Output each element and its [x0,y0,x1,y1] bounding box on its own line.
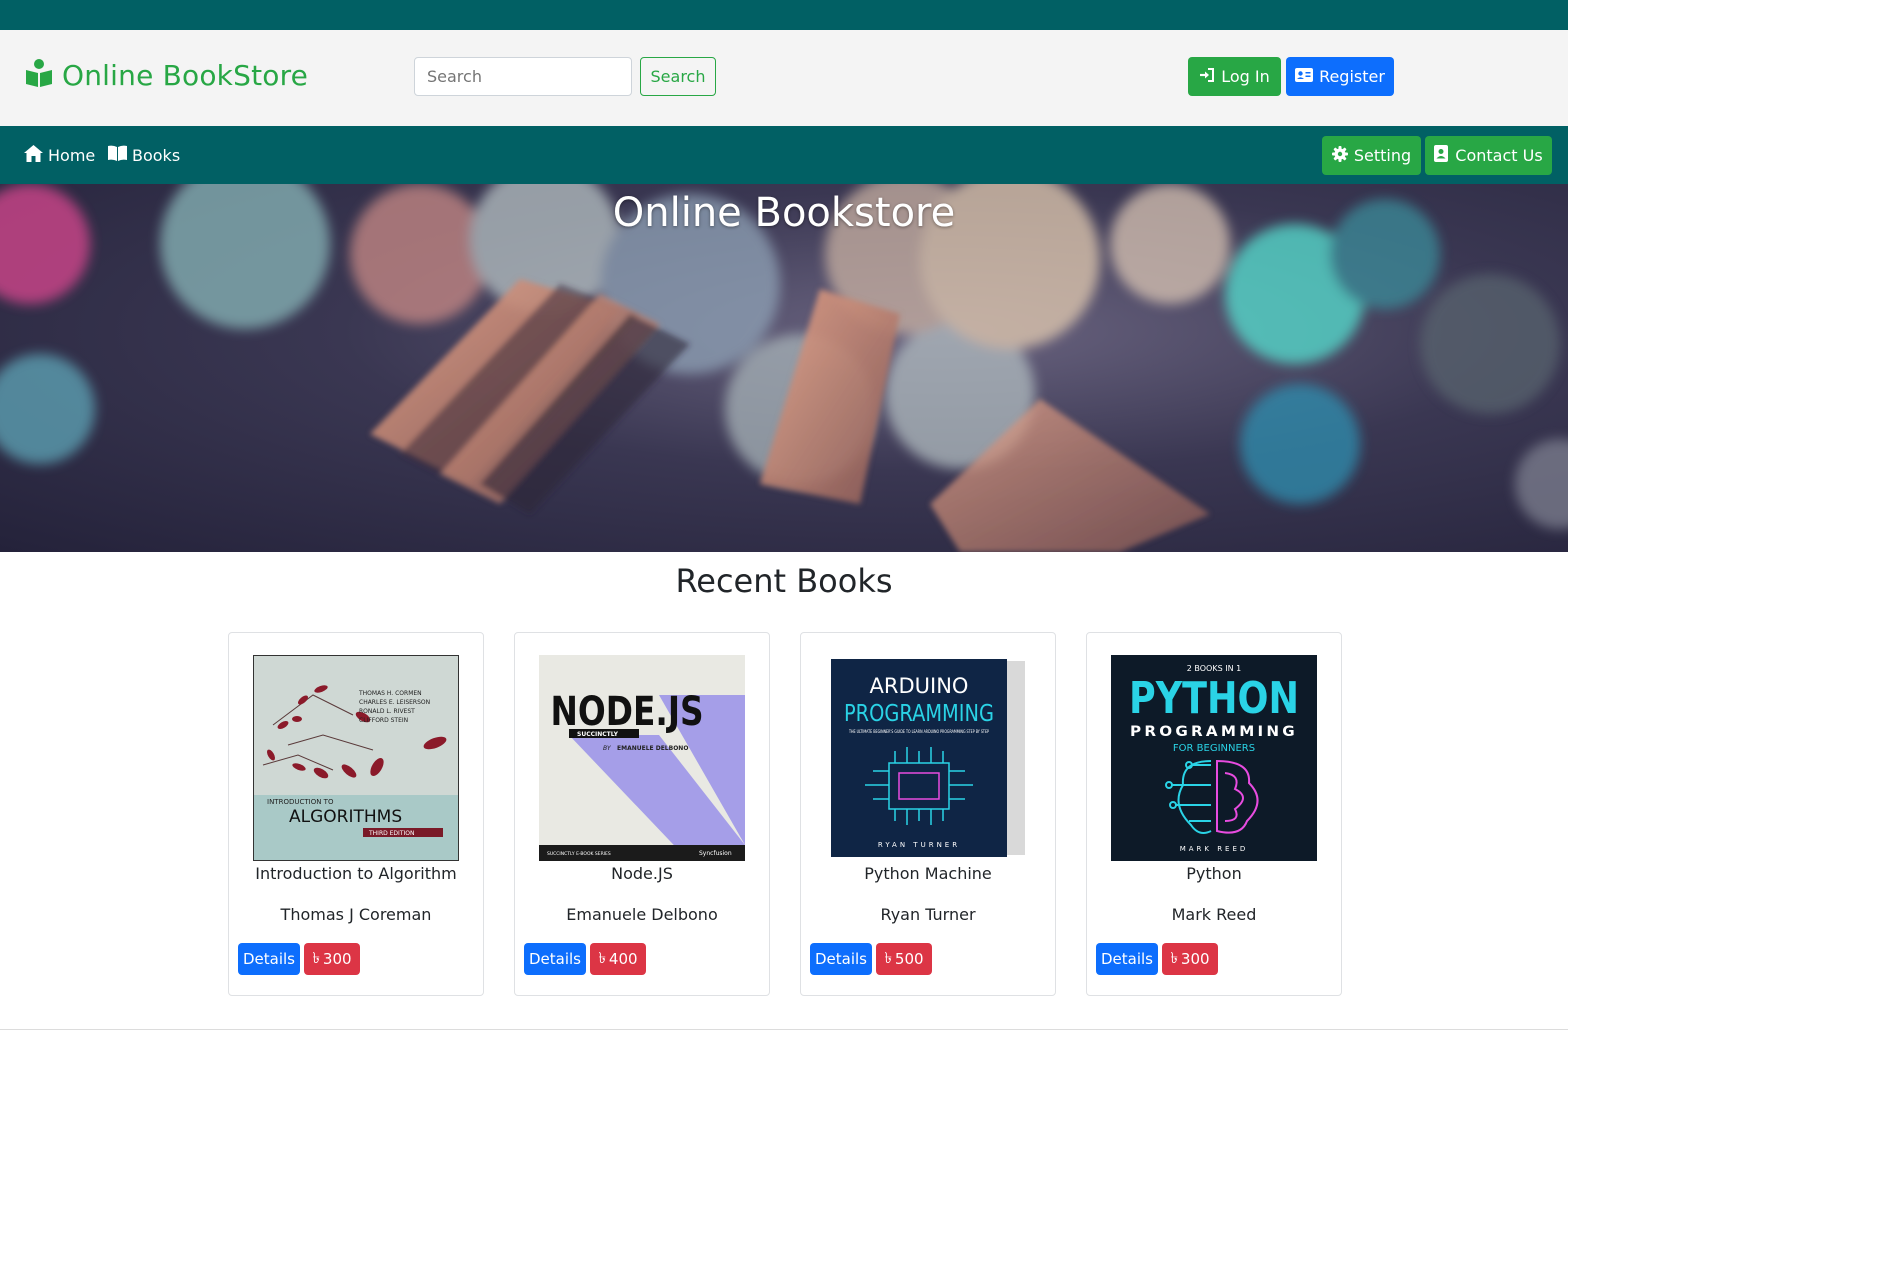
book-title: Python [1186,864,1242,883]
hero-title: Online Bookstore [612,190,956,236]
price-button[interactable]: ৳ 400 [590,943,646,975]
cover-author-3: RONALD L. RIVEST [359,708,415,715]
address-book-icon [1434,145,1449,166]
cover-author: MARK REED [1180,845,1249,853]
main-navbar: Home Books Setting Contact Us [0,126,1568,184]
details-button[interactable]: Details [810,943,872,975]
nav-home-label: Home [48,146,96,165]
login-button[interactable]: Log In [1188,57,1281,96]
book-title: Python Machine [864,864,992,883]
cover-subtitle-2: FOR BEGINNERS [1173,743,1255,754]
search-button[interactable]: Search [640,57,716,96]
book-author: Ryan Turner [880,905,976,924]
book-card: NODE.JS SUCCINCTLY BY EMANUELE DELBONO S… [514,632,770,996]
book-cover-image[interactable]: THOMAS H. CORMEN CHARLES E. LEISERSON RO… [253,655,459,861]
recent-books-heading: Recent Books [675,562,893,600]
price-value: 500 [894,950,924,968]
nav-books-label: Books [132,145,181,165]
cover-author-4: CLIFFORD STEIN [359,717,408,724]
price-value: 400 [608,950,638,968]
price-button[interactable]: ৳ 300 [1162,943,1218,975]
cover-subtitle: SUCCINCTLY [577,731,619,738]
cover-subtitle: PROGRAMMING [1130,724,1298,740]
contact-us-button[interactable]: Contact Us [1425,136,1552,175]
hero-banner: Online Bookstore [0,184,1568,552]
taka-currency-icon: ৳ [884,948,892,967]
cover-top-text: 2 BOOKS IN 1 [1187,664,1241,673]
price-button[interactable]: ৳ 500 [876,943,932,975]
details-button[interactable]: Details [238,943,300,975]
cover-title-2: PROGRAMMING [844,701,994,727]
nav-home-link[interactable]: Home [24,145,95,166]
brand-logo[interactable]: Online BookStore [24,58,308,92]
site-header: Online BookStore Search Log In Register [0,30,1568,126]
cover-author: EMANUELE DELBONO [617,745,688,752]
book-card: 2 BOOKS IN 1 PYTHON PROGRAMMING FOR BEGI… [1086,632,1342,996]
cover-author-2: CHARLES E. LEISERSON [359,699,430,706]
hero-background-image [0,184,1568,552]
book-author: Thomas J Coreman [280,905,432,924]
sign-in-icon [1199,67,1215,87]
taka-currency-icon: ৳ [598,948,606,967]
gear-icon [1331,145,1348,166]
cover-edition: THIRD EDITION [368,830,414,837]
book-title: Node.JS [611,864,673,883]
price-value: 300 [322,950,352,968]
id-card-icon [1295,67,1314,86]
footer-divider [0,1029,1568,1030]
book-cover-image[interactable]: 2 BOOKS IN 1 PYTHON PROGRAMMING FOR BEGI… [1111,655,1317,861]
top-strip [0,0,1568,30]
cover-publisher: Syncfusion [699,850,732,857]
nav-books-link[interactable]: Books [108,145,180,165]
book-author: Emanuele Delbono [566,905,718,924]
cover-intro: INTRODUCTION TO [267,798,334,806]
book-card: ARDUINO PROGRAMMING THE ULTIMATE BEGINNE… [800,632,1056,996]
cover-title: NODE.JS [550,688,703,735]
details-button[interactable]: Details [524,943,586,975]
book-open-icon [108,145,127,165]
book-card: THOMAS H. CORMEN CHARLES E. LEISERSON RO… [228,632,484,996]
price-button[interactable]: ৳ 300 [304,943,360,975]
book-cover-image[interactable]: NODE.JS SUCCINCTLY BY EMANUELE DELBONO S… [539,655,745,861]
home-icon [24,145,43,166]
cover-author: RYAN TURNER [878,841,960,849]
taka-currency-icon: ৳ [1170,948,1178,967]
book-reader-icon [24,58,54,92]
register-button[interactable]: Register [1286,57,1394,96]
register-label: Register [1319,67,1385,86]
book-title: Introduction to Algorithm [255,864,457,883]
cover-tagline: THE ULTIMATE BEGINNER'S GUIDE TO LEARN A… [848,729,989,734]
setting-button[interactable]: Setting [1322,136,1421,175]
book-author: Mark Reed [1171,905,1257,924]
search-input[interactable] [414,57,632,96]
price-value: 300 [1180,950,1210,968]
cover-author-1: THOMAS H. CORMEN [358,690,422,697]
cover-by: BY [603,745,612,752]
taka-currency-icon: ৳ [312,948,320,967]
details-button[interactable]: Details [1096,943,1158,975]
cover-title: ALGORITHMS [289,807,402,827]
cover-title-1: ARDUINO [870,674,969,698]
book-cover-image[interactable]: ARDUINO PROGRAMMING THE ULTIMATE BEGINNE… [825,655,1031,861]
setting-label: Setting [1353,146,1412,165]
cover-series: SUCCINCTLY E-BOOK SERIES [547,851,611,857]
login-label: Log In [1221,67,1270,86]
contact-us-label: Contact Us [1455,146,1543,165]
cover-title: PYTHON [1129,673,1299,724]
brand-name: Online BookStore [62,58,309,92]
